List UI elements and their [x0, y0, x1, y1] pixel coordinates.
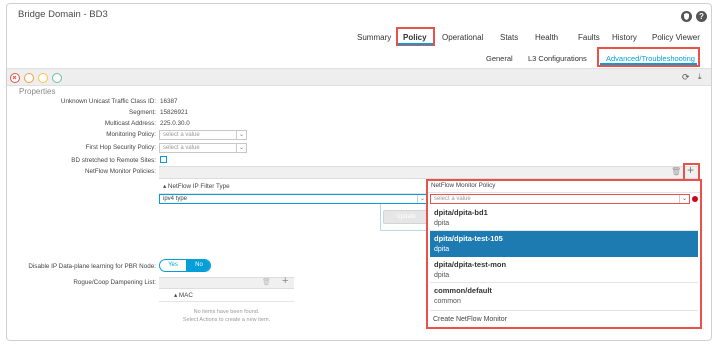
warning-circle-icon[interactable] — [24, 73, 34, 83]
netflow-label: NetFlow Monitor Policies: — [84, 168, 156, 175]
disable-ip-toggle[interactable]: Yes No — [159, 259, 211, 272]
window-title: Bridge Domain - BD3 — [18, 9, 108, 20]
help-icon[interactable]: ? — [696, 11, 707, 22]
netflow-filter-select[interactable]: ipv4 type ⌄ — [159, 194, 428, 204]
create-netflow-monitor-link[interactable]: Create NetFlow Monitor — [433, 316, 507, 323]
download-icon[interactable]: ⤓ — [698, 72, 702, 82]
toggle-no[interactable]: No — [186, 260, 210, 271]
segment-value: 15826921 — [160, 109, 189, 116]
mac-column-header: ▴ MAC — [174, 292, 193, 299]
dropdown-item[interactable]: dpita/dpita-bd1 dpita — [430, 205, 698, 231]
multicast-value: 225.0.30.0 — [160, 120, 190, 127]
refresh-icon[interactable]: ⟳ — [682, 72, 690, 83]
mac-header-divider — [159, 301, 294, 302]
empty-message: No items have been found. — [193, 309, 260, 315]
advanced-tab-underline — [600, 63, 697, 65]
bd-stretched-checkbox[interactable] — [160, 156, 167, 163]
dropdown-item-selected[interactable]: dpita/dpita-test-105 dpita — [430, 231, 698, 257]
multicast-label: Multicast Address: — [104, 120, 156, 127]
info-circle-icon[interactable] — [52, 73, 62, 83]
chevron-down-icon: ⌄ — [679, 195, 689, 203]
chevron-down-icon: ⌄ — [236, 131, 246, 139]
toggle-yes[interactable]: Yes — [160, 260, 186, 271]
empty-hint: Select Actions to create a new item. — [182, 317, 271, 323]
segment-label: Segment: — [129, 109, 156, 116]
toolbar: ⟳ ⤓ — [7, 68, 711, 86]
tab-policy-viewer[interactable]: Policy Viewer — [652, 33, 700, 42]
tab-operational[interactable]: Operational — [442, 33, 483, 42]
caution-circle-icon[interactable] — [38, 73, 48, 83]
unknown-unicast-value: 16387 — [160, 98, 178, 105]
trash-icon[interactable]: 🗑 — [671, 167, 681, 176]
section-title: Properties — [19, 87, 56, 96]
monitoring-policy-label: Monitoring Policy: — [106, 131, 156, 138]
tab-faults[interactable]: Faults — [578, 33, 600, 42]
close-circle-icon[interactable] — [10, 73, 20, 83]
update-button[interactable]: Update — [383, 210, 429, 224]
tab-history[interactable]: History — [612, 33, 637, 42]
policy-tab-underline — [398, 43, 433, 45]
first-hop-label: First Hop Security Policy: — [85, 144, 156, 151]
first-hop-select[interactable]: select a value ⌄ — [159, 143, 247, 153]
item-divider — [430, 310, 698, 311]
tab-stats[interactable]: Stats — [500, 33, 518, 42]
unknown-unicast-label: Unknown Unicast Traffic Class ID: — [60, 98, 156, 105]
chevron-down-icon: ⌄ — [236, 144, 246, 152]
subtab-l3-configurations[interactable]: L3 Configurations — [528, 54, 587, 63]
dropdown-item[interactable]: common/default common — [430, 283, 698, 309]
shield-icon[interactable] — [681, 11, 692, 22]
dropdown-item[interactable]: dpita/dpita-test-mon dpita — [430, 257, 698, 283]
rogue-coop-label: Rogue/Coop Dampening List: — [73, 279, 156, 286]
error-indicator-icon — [692, 196, 698, 202]
monitoring-policy-select[interactable]: select a value ⌄ — [159, 130, 247, 140]
netflow-policy-select[interactable]: select a value ⌄ — [430, 194, 690, 204]
netflow-col-policy: NetFlow Monitor Policy — [431, 182, 496, 189]
netflow-col-filter: ▴ NetFlow IP Filter Type — [163, 183, 230, 190]
add-icon[interactable]: + — [282, 276, 288, 287]
tab-summary[interactable]: Summary — [357, 33, 391, 42]
bd-stretched-label: BD stretched to Remote Sites: — [71, 157, 156, 164]
disable-ip-label: Disable IP Data-plane learning for PBR N… — [28, 263, 156, 270]
add-icon[interactable]: + — [687, 164, 694, 176]
policy-header-divider — [428, 192, 700, 193]
netflow-panel-bar — [159, 166, 699, 179]
tab-health[interactable]: Health — [535, 33, 558, 42]
rogue-panel-bar — [159, 277, 294, 289]
subtab-general[interactable]: General — [486, 54, 513, 63]
trash-icon[interactable]: 🗑 — [262, 278, 271, 286]
